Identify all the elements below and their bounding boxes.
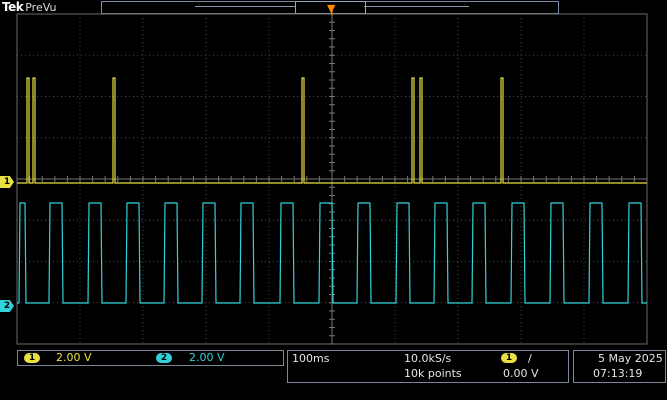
ch1-scale[interactable]: 2.00 V [56,352,92,364]
datetime-panel: 5 May 2025 07:13:19 [573,350,666,383]
trigger-slope-icon[interactable]: / [528,353,532,365]
ch2-scale[interactable]: 2.00 V [189,352,225,364]
date: 5 May 2025 [598,352,663,365]
horizontal-trigger-panel: 100ms 10.0kS/s 10k points 1 / 0.00 V [287,350,569,383]
ch1-marker-label: 1 [3,177,11,187]
ch2-marker-label: 2 [3,301,11,311]
trigger-source-label: 1 [505,353,513,363]
sample-rate: 10.0kS/s [404,352,452,365]
record-length[interactable]: 10k points [404,368,462,380]
grid [16,13,648,345]
time-per-division[interactable]: 100ms [292,353,329,365]
graticule [16,10,648,345]
trigger-level[interactable]: 0.00 V [503,368,539,380]
trigger-source-badge[interactable]: 1 [501,353,517,363]
vertical-settings: 1 2.00 V 2 2.00 V [17,350,284,366]
ch2-badge-label: 2 [160,353,168,363]
ch1-badge-label: 1 [28,353,36,363]
time: 07:13:19 [593,367,643,380]
ch1-badge[interactable]: 1 [24,353,40,363]
ch2-badge[interactable]: 2 [156,353,172,363]
